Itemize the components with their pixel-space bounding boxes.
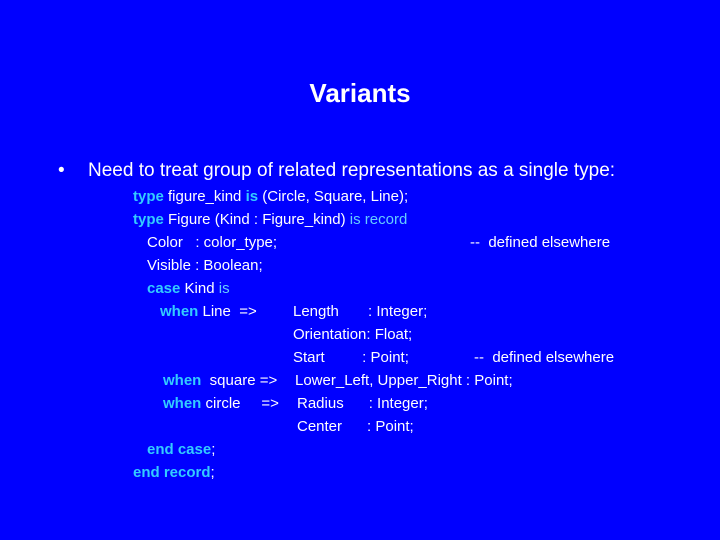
- code-decl: Lower_Left, Upper_Right : Point;: [295, 372, 513, 389]
- bullet-icon: •: [58, 160, 65, 181]
- code-line-4: Visible : Boolean;: [147, 257, 263, 274]
- keyword: end case: [147, 441, 212, 458]
- code-decl: Length : Integer;: [293, 303, 428, 320]
- keyword: type: [133, 211, 164, 228]
- keyword: type: [133, 188, 164, 205]
- keyword: end record: [133, 464, 211, 481]
- code-line-7: Orientation: Float;: [293, 326, 413, 343]
- code-text: (Circle, Square, Line);: [258, 188, 409, 205]
- keyword: is: [245, 188, 259, 205]
- code-line-5: case Kind is: [147, 277, 230, 300]
- code-text: Figure (Kind : Figure_kind): [163, 211, 350, 228]
- bullet-text: Need to treat group of related represent…: [88, 160, 616, 181]
- code-text: Line =>: [198, 303, 257, 320]
- slide-title: Variants: [309, 78, 411, 108]
- code-line-2: type Figure (Kind : Figure_kind) is reco…: [133, 208, 407, 231]
- code-decl: Radius : Integer;: [297, 395, 428, 412]
- code-comment: -- defined elsewhere: [470, 234, 611, 251]
- keyword: case: [147, 280, 181, 297]
- code-comment: -- defined elsewhere: [474, 349, 615, 366]
- code-text: circle =>: [201, 395, 279, 412]
- keyword: when: [163, 395, 202, 412]
- keyword: is record: [349, 211, 408, 228]
- code-line-12: end case;: [147, 438, 215, 461]
- code-line-1: type figure_kind is (Circle, Square, Lin…: [133, 185, 408, 208]
- keyword: when: [160, 303, 199, 320]
- keyword: is: [218, 280, 230, 297]
- keyword: when: [163, 372, 202, 389]
- code-text: square =>: [201, 372, 278, 389]
- code-line-8: Start : Point;: [293, 349, 409, 366]
- code-text: figure_kind: [163, 188, 246, 205]
- code-line-3: Color : color_type;: [147, 234, 278, 251]
- code-text: ;: [211, 441, 216, 458]
- code-line-10: when circle =>: [163, 392, 279, 415]
- code-line-6: when Line =>: [160, 300, 257, 323]
- code-text: ;: [210, 464, 215, 481]
- code-line-13: end record;: [133, 461, 215, 484]
- code-text: Kind: [180, 280, 219, 297]
- code-line-11: Center : Point;: [297, 418, 414, 435]
- code-line-9: when square =>: [163, 369, 277, 392]
